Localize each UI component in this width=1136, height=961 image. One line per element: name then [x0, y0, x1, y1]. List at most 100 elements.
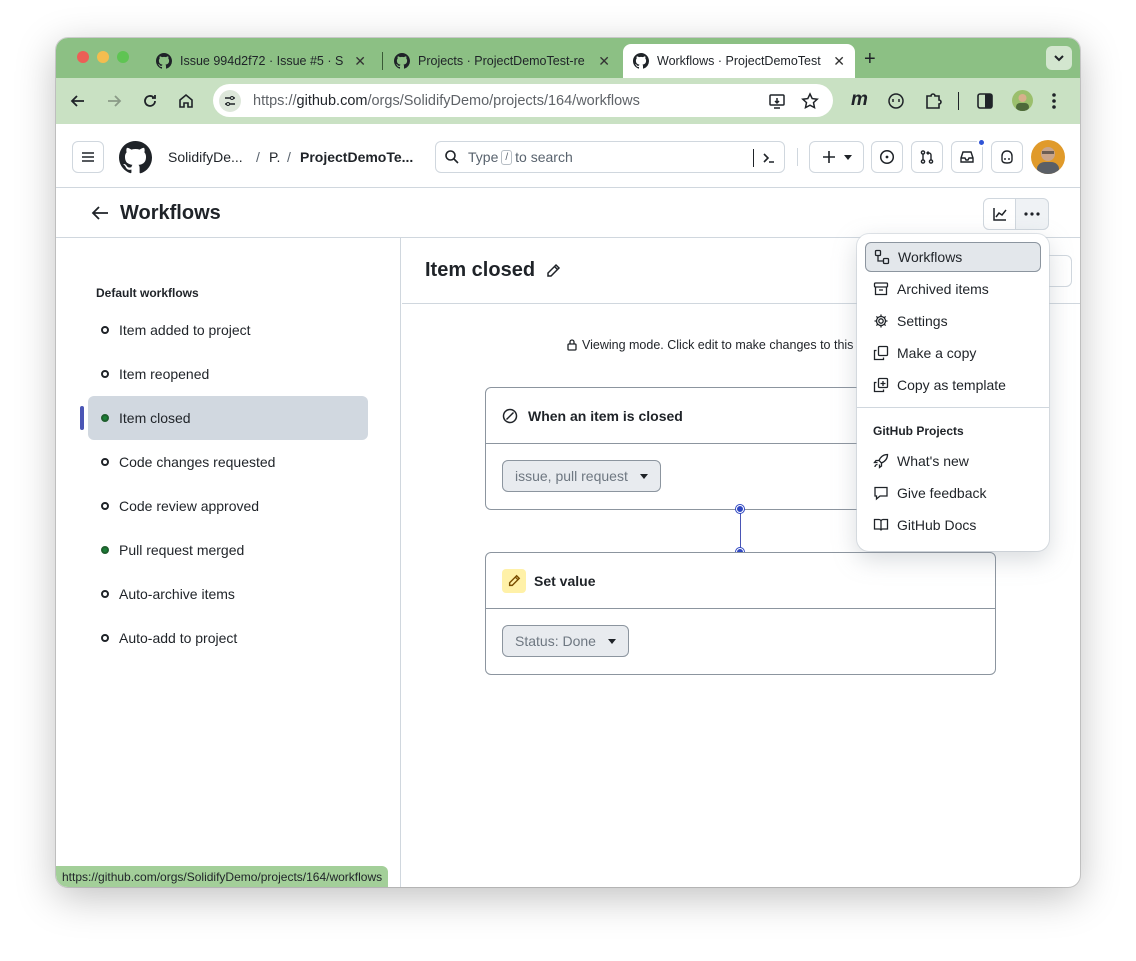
back-button[interactable]: [68, 91, 88, 111]
pencil-icon: [502, 568, 526, 593]
hamburger-icon: [82, 152, 94, 162]
menu-item-label: Settings: [897, 313, 948, 329]
menu-item-workflows[interactable]: Workflows: [865, 242, 1041, 272]
status-value: Status: Done: [515, 633, 596, 649]
menu-item-github-docs[interactable]: GitHub Docs: [865, 510, 1041, 540]
copy-icon: [873, 345, 889, 361]
tab-projects[interactable]: Projects · ProjectDemoTest-re ✕: [384, 44, 620, 78]
menu-item-label: Give feedback: [897, 485, 987, 501]
maximize-window-button[interactable]: [117, 51, 129, 63]
arrow-left-icon[interactable]: [90, 204, 110, 222]
status-dot: [101, 590, 109, 598]
status-dot: [101, 414, 109, 422]
side-panel-icon[interactable]: [976, 92, 994, 110]
menu-item-make-a-copy[interactable]: Make a copy: [865, 338, 1041, 368]
new-tab-icon[interactable]: +: [864, 48, 876, 71]
tab-search-button[interactable]: [1046, 46, 1072, 70]
breadcrumb-mid[interactable]: P.: [269, 149, 280, 165]
menu-item-copy-as-template[interactable]: Copy as template: [865, 370, 1041, 400]
sidebar-item-label: Item closed: [119, 410, 191, 426]
graph-icon: [992, 208, 1007, 221]
inbox-button[interactable]: [951, 138, 986, 173]
address-bar[interactable]: https://github.com/orgs/SolidifyDemo/pro…: [213, 84, 833, 117]
extension-face-icon[interactable]: [887, 92, 905, 110]
extensions-puzzle-icon[interactable]: [923, 91, 943, 111]
profile-avatar[interactable]: [1012, 90, 1033, 111]
pull-requests-button[interactable]: [911, 141, 943, 173]
sidebar-item-item-reopened[interactable]: Item reopened: [88, 352, 368, 396]
caret-down-icon: [639, 473, 648, 479]
link-preview-status: https://github.com/orgs/SolidifyDemo/pro…: [56, 866, 389, 887]
sidebar-item-auto-archive[interactable]: Auto-archive items: [88, 572, 368, 616]
sidebar-item-pull-request-merged[interactable]: Pull request merged: [88, 528, 368, 572]
bookmark-star-icon[interactable]: [801, 92, 819, 110]
close-tab-icon[interactable]: ✕: [598, 53, 610, 70]
breadcrumb-project[interactable]: ProjectDemoTe...: [300, 149, 413, 165]
breadcrumb-org[interactable]: SolidifyDe...: [168, 149, 243, 165]
header-divider: [797, 148, 798, 166]
workflow-icon: [874, 249, 890, 265]
forward-button[interactable]: [104, 91, 124, 111]
browser-toolbar: https://github.com/orgs/SolidifyDemo/pro…: [56, 78, 1080, 124]
issues-button[interactable]: [871, 141, 903, 173]
command-palette-icon[interactable]: [761, 150, 777, 166]
github-header: SolidifyDe... / P. / ProjectDemoTe... Ty…: [56, 124, 1080, 188]
tab-strip: Issue 994d2f72 · Issue #5 · S ✕ Projects…: [56, 38, 1080, 78]
insights-button[interactable]: [983, 198, 1016, 230]
menu-item-give-feedback[interactable]: Give feedback: [865, 478, 1041, 508]
more-vertical-icon[interactable]: [1051, 91, 1057, 111]
user-avatar[interactable]: [1031, 140, 1065, 174]
archive-icon: [873, 282, 889, 296]
install-app-icon[interactable]: [768, 92, 786, 110]
action-card: Set value Status: Done: [485, 552, 996, 675]
sidebar-item-label: Item reopened: [119, 366, 210, 382]
tab-title: Issue 994d2f72 · Issue #5 · S: [180, 54, 344, 68]
github-logo-icon[interactable]: [119, 141, 152, 174]
menu-item-label: Archived items: [897, 281, 989, 297]
duplicate-icon: [873, 377, 889, 393]
menu-item-whats-new[interactable]: What's new: [865, 446, 1041, 476]
sidebar-item-code-review-approved[interactable]: Code review approved: [88, 484, 368, 528]
close-tab-icon[interactable]: ✕: [833, 53, 845, 70]
menu-item-settings[interactable]: Settings: [865, 306, 1041, 336]
notification-dot: [977, 138, 986, 147]
action-card-body: Status: Done: [486, 609, 995, 673]
sidebar-item-item-added[interactable]: Item added to project: [88, 308, 368, 352]
pencil-icon[interactable]: [545, 263, 561, 279]
hamburger-menu-button[interactable]: [72, 141, 104, 173]
rocket-icon: [873, 453, 889, 469]
breadcrumb-separator: /: [256, 149, 260, 165]
close-tab-icon[interactable]: ✕: [354, 53, 366, 70]
sidebar-item-code-changes-requested[interactable]: Code changes requested: [88, 440, 368, 484]
create-new-button[interactable]: [809, 141, 864, 173]
inbox-icon: [960, 151, 974, 163]
close-window-button[interactable]: [77, 51, 89, 63]
search-icon: [445, 150, 459, 164]
item-type-dropdown[interactable]: issue, pull request: [502, 460, 661, 492]
search-input[interactable]: Type / to search: [435, 141, 785, 173]
copilot-button[interactable]: [991, 141, 1023, 173]
reload-button[interactable]: [140, 91, 160, 111]
tab-workflows[interactable]: Workflows · ProjectDemoTest ✕: [623, 44, 855, 78]
page-title: Workflows: [120, 202, 221, 224]
tab-separator: [382, 52, 383, 70]
url-prefix: https://: [253, 92, 297, 109]
active-item-indicator: [80, 406, 84, 430]
github-icon: [156, 53, 172, 69]
toolbar-divider: [958, 92, 959, 110]
sidebar-item-label: Code review approved: [119, 498, 260, 514]
sidebar-item-auto-add[interactable]: Auto-add to project: [88, 616, 368, 660]
sidebar-item-item-closed[interactable]: Item closed: [88, 396, 368, 440]
tab-issue[interactable]: Issue 994d2f72 · Issue #5 · S ✕: [146, 44, 376, 78]
menu-item-archived-items[interactable]: Archived items: [865, 274, 1041, 304]
extension-m-icon[interactable]: m: [851, 89, 868, 111]
menu-item-label: Copy as template: [897, 377, 1006, 393]
minimize-window-button[interactable]: [97, 51, 109, 63]
copilot-icon: [1001, 150, 1013, 164]
more-options-button[interactable]: [1015, 198, 1049, 230]
home-button[interactable]: [176, 91, 196, 111]
status-value-dropdown[interactable]: Status: Done: [502, 625, 629, 657]
site-settings-icon[interactable]: [219, 89, 241, 112]
book-icon: [873, 518, 889, 531]
browser-window: Issue 994d2f72 · Issue #5 · S ✕ Projects…: [56, 38, 1080, 887]
